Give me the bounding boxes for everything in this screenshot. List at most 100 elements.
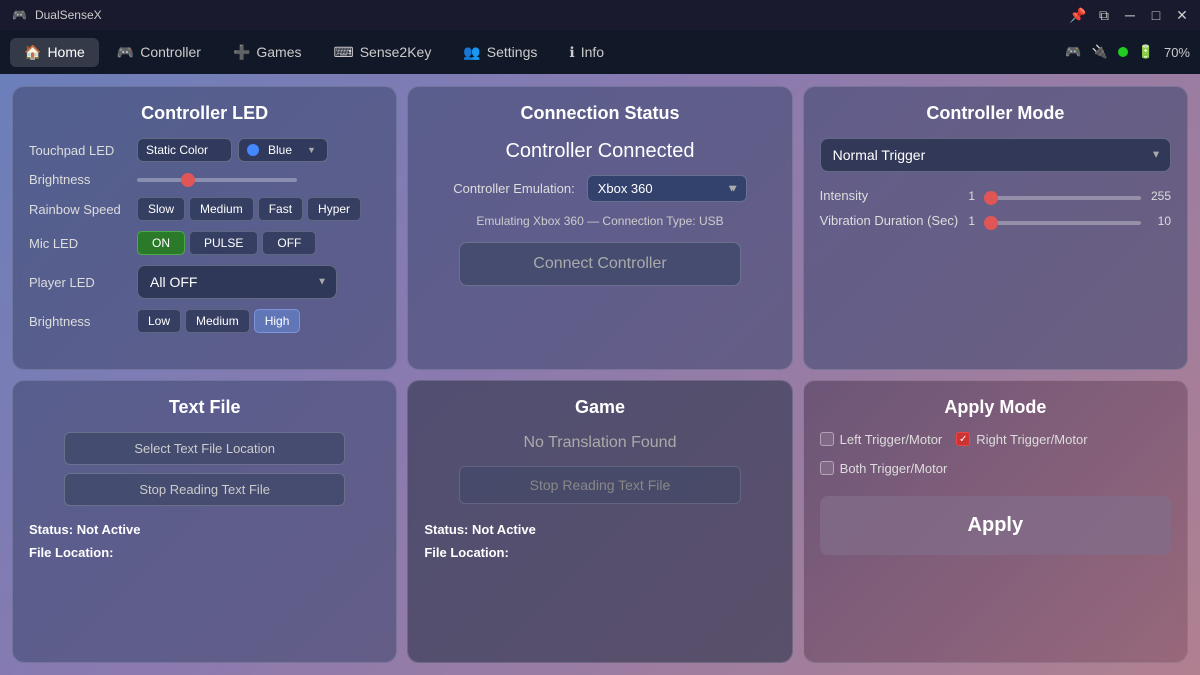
nav-items: 🏠 Home 🎮 Controller ➕ Games ⌨ Sense2Key … <box>10 38 618 67</box>
close-button[interactable]: ✕ <box>1176 9 1188 21</box>
game-stop-reading-button[interactable]: Stop Reading Text File <box>459 466 740 504</box>
apply-mode-title: Apply Mode <box>820 397 1171 418</box>
game-status-row: Status: Not Active <box>424 518 775 541</box>
text-file-card: Text File Select Text File Location Stop… <box>12 380 397 664</box>
sidebar-item-info[interactable]: ℹ Info <box>555 38 618 67</box>
copy-button[interactable]: ⧉ <box>1098 9 1110 21</box>
intensity-label: Intensity <box>820 188 960 203</box>
sidebar-item-label: Info <box>581 44 604 60</box>
brightness-low-button[interactable]: Low <box>137 309 181 333</box>
speed-hyper-button[interactable]: Hyper <box>307 197 361 221</box>
brightness-row: Brightness <box>29 172 380 187</box>
sidebar-item-home[interactable]: 🏠 Home <box>10 38 99 67</box>
speed-medium-button[interactable]: Medium <box>189 197 254 221</box>
brightness-slider[interactable] <box>137 178 297 182</box>
sidebar-item-label: Games <box>256 44 301 60</box>
brightness-slider-container <box>137 178 380 182</box>
player-brightness-row: Brightness Low Medium High <box>29 309 380 333</box>
emulation-dropdown[interactable]: Xbox 360 DualShock 4 None <box>587 175 747 202</box>
touchpad-color-dropdown[interactable]: Blue Red Green White <box>268 143 302 157</box>
left-trigger-checkbox[interactable] <box>820 432 834 446</box>
stop-reading-text-file-button[interactable]: Stop Reading Text File <box>64 473 345 506</box>
file-location-label: File Location: <box>29 545 114 560</box>
connection-status-title: Connection Status <box>424 103 775 124</box>
both-trigger-option[interactable]: Both Trigger/Motor <box>820 461 948 476</box>
sidebar-item-label: Sense2Key <box>360 44 432 60</box>
mic-on-button[interactable]: ON <box>137 231 185 255</box>
intensity-slider[interactable] <box>984 196 1141 200</box>
navbar: 🏠 Home 🎮 Controller ➕ Games ⌨ Sense2Key … <box>0 30 1200 74</box>
both-trigger-label: Both Trigger/Motor <box>840 461 948 476</box>
sidebar-item-controller[interactable]: 🎮 Controller <box>103 38 215 67</box>
both-trigger-checkbox[interactable] <box>820 461 834 475</box>
controller-mode-card: Controller Mode Normal Trigger Rigid Pul… <box>803 86 1188 370</box>
mic-led-row: Mic LED ON PULSE OFF <box>29 231 380 255</box>
brightness-high-button[interactable]: High <box>254 309 301 333</box>
touchpad-mode-dropdown[interactable]: Static Color Rainbow Off <box>137 138 232 162</box>
window-controls[interactable]: 📌 ⧉ ─ □ ✕ <box>1072 9 1188 21</box>
speed-slow-button[interactable]: Slow <box>137 197 185 221</box>
sense2key-icon: ⌨ <box>334 44 354 61</box>
battery-icon: 🔋 <box>1138 44 1154 60</box>
sidebar-item-games[interactable]: ➕ Games <box>219 38 316 67</box>
app-icon: 🎮 <box>12 8 27 22</box>
vibration-max: 10 <box>1141 214 1171 228</box>
touchpad-led-label: Touchpad LED <box>29 143 129 158</box>
battery-percent: 70% <box>1164 45 1190 60</box>
no-translation-text: No Translation Found <box>424 434 775 452</box>
status-info-text: Emulating Xbox 360 — Connection Type: US… <box>424 214 775 228</box>
app-title-text: DualSenseX <box>35 8 102 22</box>
games-icon: ➕ <box>233 44 250 61</box>
status-dot <box>1118 47 1128 57</box>
mic-led-buttons: ON PULSE OFF <box>137 231 316 255</box>
file-status: Status: Not Active File Location: <box>29 518 380 565</box>
apply-button[interactable]: Apply <box>820 496 1171 555</box>
file-location-row: File Location: <box>29 541 380 564</box>
connect-controller-button[interactable]: Connect Controller <box>459 242 740 286</box>
right-trigger-option[interactable]: Right Trigger/Motor <box>956 432 1087 447</box>
vibration-row: Vibration Duration (Sec) 1 10 <box>820 213 1171 228</box>
left-trigger-option[interactable]: Left Trigger/Motor <box>820 432 943 447</box>
player-brightness-label: Brightness <box>29 314 129 329</box>
text-file-title: Text File <box>29 397 380 418</box>
speed-fast-button[interactable]: Fast <box>258 197 303 221</box>
main-content: Controller LED Touchpad LED Static Color… <box>0 74 1200 675</box>
sidebar-item-label: Settings <box>487 44 538 60</box>
controller-mode-title: Controller Mode <box>820 103 1171 124</box>
rainbow-speed-buttons: Slow Medium Fast Hyper <box>137 197 361 221</box>
game-file-status: Status: Not Active File Location: <box>424 518 775 565</box>
game-card: Game No Translation Found Stop Reading T… <box>407 380 792 664</box>
left-trigger-label: Left Trigger/Motor <box>840 432 943 447</box>
select-text-file-button[interactable]: Select Text File Location <box>64 432 345 465</box>
intensity-row: Intensity 1 255 <box>820 188 1171 203</box>
mic-pulse-button[interactable]: PULSE <box>189 231 258 255</box>
brightness-label: Brightness <box>29 172 129 187</box>
intensity-value: 1 <box>960 189 984 203</box>
vibration-slider-container <box>984 213 1141 228</box>
player-brightness-buttons: Low Medium High <box>137 309 300 333</box>
minimize-button[interactable]: ─ <box>1124 9 1136 21</box>
emulation-select-wrapper: Xbox 360 DualShock 4 None ▼ <box>587 175 747 202</box>
vibration-slider[interactable] <box>984 221 1141 225</box>
brightness-medium-button[interactable]: Medium <box>185 309 250 333</box>
mic-off-button[interactable]: OFF <box>262 231 316 255</box>
game-title: Game <box>424 397 775 418</box>
player-led-dropdown[interactable]: All OFF Player 1 Player 2 Player 3 Playe… <box>137 265 337 299</box>
sidebar-item-label: Controller <box>140 44 201 60</box>
controller-mode-dropdown[interactable]: Normal Trigger Rigid Pulse Galloping Mac… <box>820 138 1171 172</box>
rainbow-speed-label: Rainbow Speed <box>29 202 129 217</box>
game-status-value: Not Active <box>472 522 536 537</box>
status-value: Not Active <box>77 522 141 537</box>
game-file-location-row: File Location: <box>424 541 775 564</box>
player-led-wrapper: All OFF Player 1 Player 2 Player 3 Playe… <box>137 265 337 299</box>
pin-button[interactable]: 📌 <box>1072 9 1084 21</box>
sidebar-item-sense2key[interactable]: ⌨ Sense2Key <box>320 38 446 67</box>
rainbow-speed-row: Rainbow Speed Slow Medium Fast Hyper <box>29 197 380 221</box>
maximize-button[interactable]: □ <box>1150 9 1162 21</box>
intensity-max: 255 <box>1141 189 1171 203</box>
home-icon: 🏠 <box>24 44 41 61</box>
touchpad-led-row: Touchpad LED Static Color Rainbow Off Bl… <box>29 138 380 162</box>
right-trigger-checkbox[interactable] <box>956 432 970 446</box>
vibration-value: 1 <box>960 214 984 228</box>
sidebar-item-settings[interactable]: 👥 Settings <box>449 38 551 67</box>
